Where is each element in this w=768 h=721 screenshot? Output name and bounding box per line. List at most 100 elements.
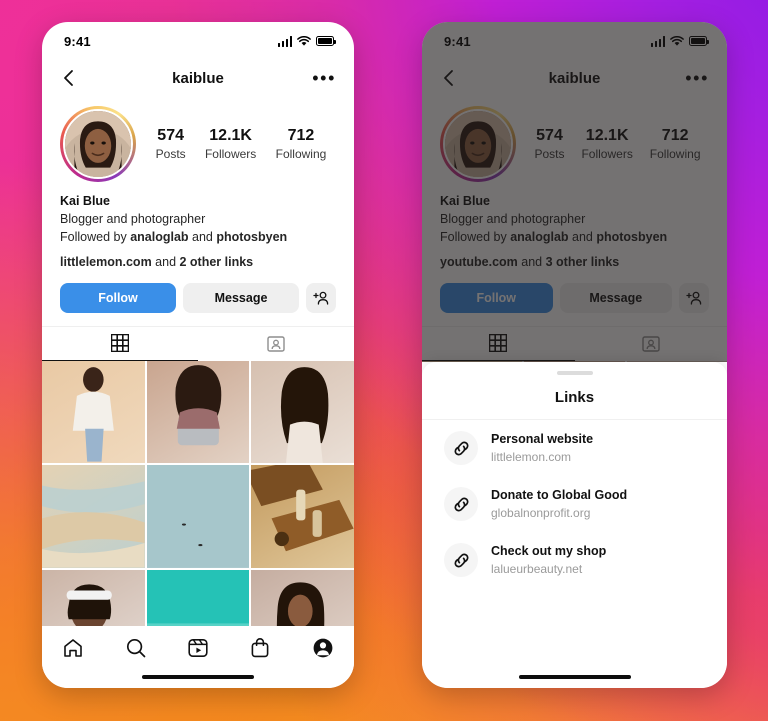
avatar-photo xyxy=(445,111,511,177)
grid-photo[interactable] xyxy=(42,360,145,464)
home-icon[interactable] xyxy=(60,635,86,661)
profile-avatar-icon[interactable] xyxy=(310,635,336,661)
link-title: Donate to Global Good xyxy=(491,488,628,503)
grid-photo[interactable] xyxy=(42,465,145,568)
message-button[interactable]: Message xyxy=(559,282,672,313)
stat-followers[interactable]: 12.1K Followers xyxy=(581,127,632,161)
shop-icon[interactable] xyxy=(247,635,273,661)
link-row[interactable]: Donate to Global Good globalnonprofit.org xyxy=(422,476,727,532)
add-person-button[interactable] xyxy=(306,282,336,313)
stat-value: 574 xyxy=(536,127,563,144)
tab-tagged[interactable] xyxy=(198,327,354,361)
stat-followers[interactable]: 12.1K Followers xyxy=(205,127,256,161)
stat-posts[interactable]: 574 Posts xyxy=(534,127,564,161)
followed-prefix: Followed by xyxy=(440,230,511,245)
chevron-left-icon[interactable] xyxy=(440,69,458,87)
followed-user-2[interactable]: photosbyen xyxy=(216,230,287,244)
grid-icon xyxy=(111,334,129,352)
follow-button[interactable]: Follow xyxy=(60,282,176,313)
add-person-button[interactable] xyxy=(679,282,709,313)
cellular-bars-icon xyxy=(650,35,665,47)
grid-photo[interactable] xyxy=(251,465,354,568)
bio-primary-link[interactable]: littlelemon.com xyxy=(60,255,152,269)
followed-user-1[interactable]: analoglab xyxy=(510,230,568,244)
follow-button[interactable]: Follow xyxy=(440,282,553,313)
profile-tabs-left xyxy=(42,325,354,361)
sheet-title: Links xyxy=(422,375,727,420)
chain-link-icon xyxy=(444,487,478,522)
search-icon[interactable] xyxy=(123,635,149,661)
message-button[interactable]: Message xyxy=(183,282,299,313)
grid-photo-art xyxy=(175,364,221,445)
grid-photo-art xyxy=(281,366,329,464)
reels-icon[interactable] xyxy=(185,635,211,661)
ellipsis-icon[interactable]: ••• xyxy=(312,69,336,87)
bio-other-links[interactable]: 3 other links xyxy=(546,255,620,269)
stat-label: Followers xyxy=(581,147,633,161)
status-icons xyxy=(650,35,709,47)
profile-actions-left: Follow Message xyxy=(42,272,354,313)
ellipsis-icon[interactable]: ••• xyxy=(685,69,709,87)
bio-links-text[interactable]: youtube.com and 3 other links xyxy=(440,253,709,271)
avatar-story-ring[interactable] xyxy=(60,106,136,182)
tab-grid[interactable] xyxy=(422,327,575,361)
bio-links-text[interactable]: littlelemon.com and 2 other links xyxy=(60,253,336,271)
page-title: kaiblue xyxy=(172,69,224,87)
followed-joiner: and xyxy=(188,230,217,245)
battery-icon xyxy=(316,36,336,46)
chain-link-icon xyxy=(444,543,478,578)
link-url: lalueurbeauty.net xyxy=(491,562,583,576)
status-time: 9:41 xyxy=(444,33,471,49)
grid-photo[interactable] xyxy=(146,465,250,568)
battery-icon xyxy=(689,36,709,46)
profile-bio-left: Kai Blue Blogger and photographer Follow… xyxy=(42,182,354,272)
nav-bar-right: kaiblue ••• xyxy=(422,60,727,96)
tab-tagged[interactable] xyxy=(575,327,728,361)
grid-photo-art xyxy=(146,465,250,568)
link-url: littlelemon.com xyxy=(491,449,572,464)
bio-primary-link[interactable]: youtube.com xyxy=(440,255,518,269)
grid-photo[interactable] xyxy=(146,360,250,464)
chain-link-icon xyxy=(444,431,478,466)
wifi-icon xyxy=(297,35,311,46)
grid-photo-art xyxy=(251,465,354,552)
grid-photo[interactable] xyxy=(251,360,354,464)
stat-following[interactable]: 712 Following xyxy=(650,127,701,161)
link-row[interactable]: Check out my shop lalueurbeauty.net xyxy=(422,532,727,588)
stat-label: Posts xyxy=(155,147,186,161)
stat-label: Following xyxy=(275,147,327,161)
followed-prefix: Followed by xyxy=(60,230,131,245)
phone-right-links-sheet-screen: 9:41 kaiblue ••• 574 Posts 12.1K Followe… xyxy=(422,22,727,688)
stat-label: Followers xyxy=(204,147,257,161)
nav-bar-left: kaiblue ••• xyxy=(42,60,354,96)
profile-stats: 574 Posts 12.1K Followers 712 Following xyxy=(516,127,709,161)
followed-user-1[interactable]: analoglab xyxy=(130,230,188,244)
profile-header-left: 574 Posts 12.1K Followers 712 Following xyxy=(42,96,354,182)
status-icons xyxy=(277,35,336,47)
chevron-left-icon[interactable] xyxy=(60,69,78,87)
status-time: 9:41 xyxy=(64,33,91,49)
bottom-nav-bar xyxy=(42,626,354,688)
stat-label: Posts xyxy=(534,147,565,161)
home-indicator xyxy=(518,675,631,679)
grid-photo-art xyxy=(42,481,145,568)
add-person-icon xyxy=(686,291,702,305)
bio-link-joiner: and xyxy=(517,255,546,270)
links-list: Personal website littlelemon.com Donate to… xyxy=(422,420,727,588)
followed-user-2[interactable]: photosbyen xyxy=(596,230,667,244)
profile-header-right: 574 Posts 12.1K Followers 712 Following xyxy=(422,96,727,182)
tab-grid[interactable] xyxy=(42,327,198,361)
avatar-story-ring[interactable] xyxy=(440,106,516,182)
tagged-person-icon xyxy=(267,335,285,352)
link-row[interactable]: Personal website littlelemon.com xyxy=(422,420,727,476)
avatar[interactable] xyxy=(443,109,513,179)
stat-following[interactable]: 712 Following xyxy=(276,127,327,161)
wifi-icon xyxy=(670,35,684,46)
profile-display-name: Kai Blue xyxy=(440,194,491,208)
avatar[interactable] xyxy=(63,109,133,179)
bio-other-links[interactable]: 2 other links xyxy=(180,255,254,269)
stat-posts[interactable]: 574 Posts xyxy=(156,127,186,161)
avatar-photo xyxy=(65,111,131,177)
profile-display-name: Kai Blue xyxy=(60,194,111,208)
profile-actions-right: Follow Message xyxy=(422,272,727,313)
